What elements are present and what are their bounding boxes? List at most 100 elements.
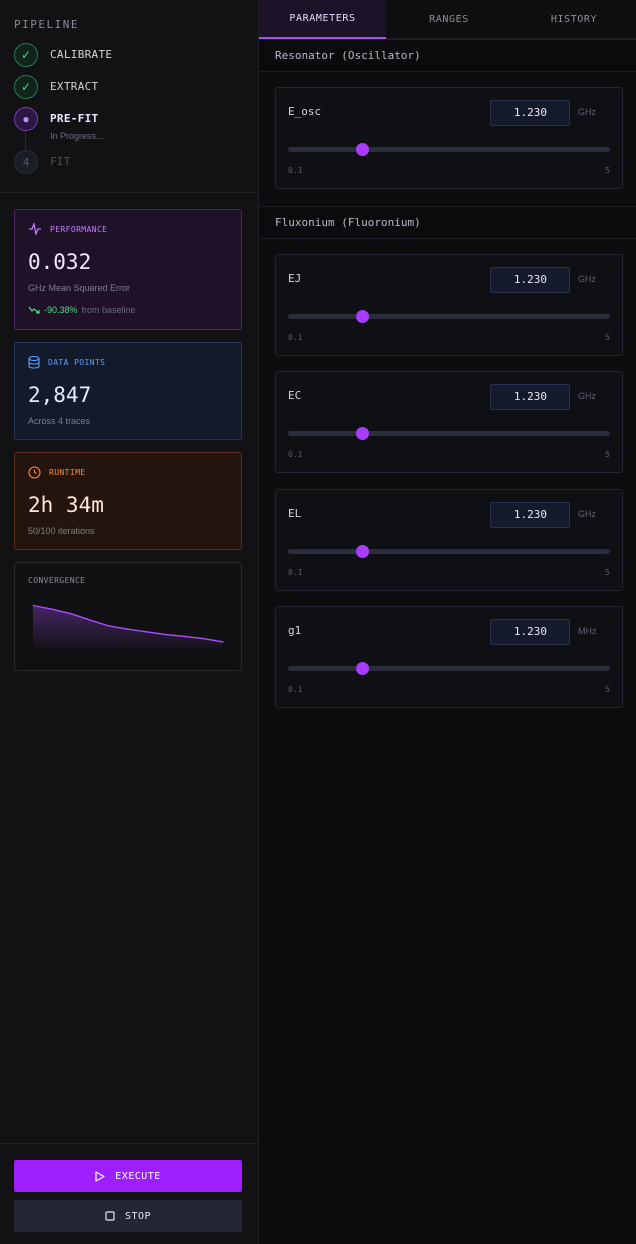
convergence-point — [146, 631, 148, 633]
convergence-chart — [32, 604, 224, 651]
activity-icon — [29, 223, 41, 235]
param-unit: GHz — [578, 509, 596, 519]
execute-button[interactable]: EXECUTE — [14, 1160, 242, 1192]
param-max: 5 — [605, 333, 610, 342]
param-name: g1 — [288, 624, 302, 637]
main-panel: PARAMETERS RANGES HISTORY Resonator (Osc… — [259, 0, 636, 1244]
active-dot-icon: ● — [14, 107, 38, 131]
section-header-resonator: Resonator (Oscillator) — [259, 39, 636, 72]
convergence-point — [203, 638, 205, 640]
step-number: 4 — [14, 150, 38, 174]
param-card-ec: EC 1.230 GHz 0.1 5 — [275, 371, 623, 473]
convergence-point — [70, 613, 72, 615]
performance-title: PERFORMANCE — [50, 224, 108, 234]
tab-ranges[interactable]: RANGES — [386, 0, 512, 39]
param-value-input[interactable]: 1.230 — [490, 619, 570, 645]
convergence-point — [222, 641, 224, 643]
param-value-input[interactable]: 1.230 — [490, 502, 570, 528]
execute-label: EXECUTE — [115, 1170, 161, 1182]
play-icon — [95, 1170, 105, 1182]
database-icon — [28, 356, 40, 369]
param-unit: MHz — [578, 626, 597, 636]
runtime-desc: 50/100 iterations — [28, 526, 95, 536]
convergence-point — [89, 619, 91, 621]
param-slider-track[interactable] — [288, 147, 610, 152]
param-unit: GHz — [578, 274, 596, 284]
sidebar: PIPELINE ✓ CALIBRATE ✓ EXTRACT ● PRE-FIT… — [0, 0, 259, 1244]
param-slider-thumb[interactable] — [355, 662, 369, 675]
performance-delta: -90.38% from baseline — [28, 305, 136, 315]
check-icon: ✓ — [14, 43, 38, 67]
convergence-point — [165, 634, 167, 636]
param-name: EL — [288, 507, 302, 520]
runtime-value: 2h 34m — [28, 493, 104, 517]
data-points-card: DATA POINTS 2,847 Across 4 traces — [14, 342, 242, 440]
param-name: E_osc — [288, 105, 322, 118]
divider — [0, 192, 259, 193]
param-name: EJ — [288, 272, 302, 285]
convergence-title: CONVERGENCE — [28, 576, 86, 585]
runtime-card: RUNTIME 2h 34m 50/100 iterations — [14, 452, 242, 550]
delta-percent: -90.38% — [44, 305, 78, 315]
trending-down-icon — [28, 306, 40, 314]
runtime-header: RUNTIME — [28, 466, 86, 479]
param-min: 0.1 — [288, 166, 303, 175]
param-card-g1: g1 1.230 MHz 0.1 5 — [275, 606, 623, 708]
tab-bar: PARAMETERS RANGES HISTORY — [259, 0, 636, 39]
check-icon: ✓ — [14, 75, 38, 99]
convergence-point — [184, 635, 186, 638]
param-min: 0.1 — [288, 685, 303, 694]
param-card-el: EL 1.230 GHz 0.1 5 — [275, 489, 623, 591]
performance-header: PERFORMANCE — [28, 223, 107, 235]
param-slider-track[interactable] — [288, 314, 610, 319]
convergence-point — [32, 604, 34, 607]
stop-label: STOP — [124, 1210, 152, 1222]
param-max: 5 — [605, 450, 610, 459]
step-label: CALIBRATE — [50, 48, 113, 61]
param-min: 0.1 — [288, 568, 303, 577]
performance-card: PERFORMANCE 0.032 GHz Mean Squared Error… — [14, 209, 242, 330]
tab-parameters[interactable]: PARAMETERS — [259, 0, 386, 39]
convergence-point — [108, 625, 110, 627]
pipeline-title: PIPELINE — [14, 18, 79, 31]
param-value-input[interactable]: 1.230 — [490, 100, 570, 126]
param-max: 5 — [605, 685, 610, 694]
param-slider-thumb[interactable] — [355, 427, 369, 440]
convergence-area — [33, 605, 223, 651]
data-points-value: 2,847 — [28, 383, 92, 407]
divider — [0, 1143, 259, 1144]
param-card-e-osc: E_osc 1.230 GHz 0.1 5 — [275, 87, 623, 189]
convergence-header: CONVERGENCE — [28, 576, 85, 585]
param-slider-thumb[interactable] — [355, 545, 369, 558]
step-connector — [25, 131, 26, 150]
param-value-input[interactable]: 1.230 — [490, 267, 570, 293]
param-slider-thumb[interactable] — [355, 310, 369, 323]
param-unit: GHz — [578, 391, 596, 401]
param-min: 0.1 — [288, 333, 303, 342]
step-status: In Progress... — [50, 131, 104, 141]
param-slider-track[interactable] — [288, 666, 610, 671]
param-slider-thumb[interactable] — [355, 143, 369, 156]
runtime-title: RUNTIME — [49, 468, 86, 477]
param-max: 5 — [605, 166, 610, 175]
step-label: EXTRACT — [50, 80, 99, 93]
performance-desc: GHz Mean Squared Error — [28, 283, 131, 293]
param-max: 5 — [605, 568, 610, 577]
data-points-header: DATA POINTS — [28, 356, 105, 369]
convergence-point — [51, 608, 53, 610]
data-points-title: DATA POINTS — [48, 358, 106, 367]
param-value-input[interactable]: 1.230 — [490, 384, 570, 410]
param-name: EC — [288, 389, 302, 402]
param-card-ej: EJ 1.230 GHz 0.1 5 — [275, 254, 623, 356]
stop-button[interactable]: STOP — [14, 1200, 242, 1232]
param-slider-track[interactable] — [288, 431, 610, 436]
tab-history[interactable]: HISTORY — [512, 0, 636, 39]
param-slider-track[interactable] — [288, 549, 610, 554]
step-label: PRE-FIT — [50, 112, 99, 125]
convergence-card: CONVERGENCE — [14, 562, 242, 671]
clock-icon — [28, 466, 41, 479]
stop-icon — [105, 1211, 115, 1221]
data-points-desc: Across 4 traces — [28, 416, 91, 426]
delta-suffix: from baseline — [81, 305, 136, 315]
step-label: FIT — [50, 155, 71, 168]
